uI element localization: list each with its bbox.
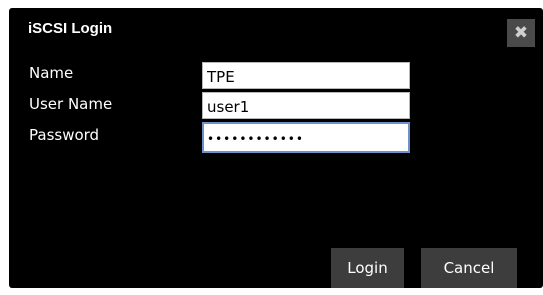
username-label: User Name	[29, 95, 113, 113]
password-label: Password	[29, 126, 100, 144]
name-label: Name	[29, 64, 74, 82]
password-field[interactable]	[202, 122, 410, 153]
name-field[interactable]	[202, 62, 410, 89]
close-icon: ✖	[513, 23, 529, 43]
iscsi-login-dialog: iSCSI Login ✖ Name User Name Password Lo…	[9, 8, 543, 288]
login-button[interactable]: Login	[331, 248, 404, 288]
dialog-title: iSCSI Login	[28, 20, 113, 37]
cancel-button[interactable]: Cancel	[421, 248, 517, 288]
close-button[interactable]: ✖	[507, 19, 535, 47]
username-field[interactable]	[202, 92, 410, 119]
dialog-titlebar: iSCSI Login ✖	[9, 8, 543, 53]
